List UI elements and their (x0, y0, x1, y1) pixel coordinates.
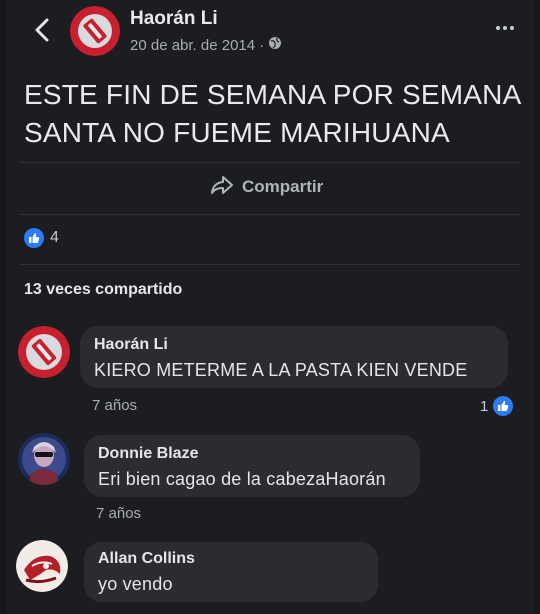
comment-time[interactable]: 7 años (92, 397, 137, 414)
comment-text: KIERO METERME A LA PASTA KIEN VENDE (94, 360, 468, 380)
globe-icon (268, 36, 282, 54)
shares-count[interactable]: 13 veces compartido (24, 281, 182, 299)
post-meta: 20 de abr. de 2014 · (130, 36, 282, 54)
comment-avatar[interactable] (18, 433, 70, 485)
divider (20, 214, 520, 215)
comment-author[interactable]: Allan Collins (98, 550, 364, 568)
comment-author[interactable]: Haorán Li (94, 336, 494, 354)
back-arrow-icon[interactable] (28, 14, 56, 46)
divider (20, 264, 520, 265)
like-summary[interactable]: 4 (24, 228, 59, 248)
post-screen: Haorán Li 20 de abr. de 2014 · ESTE FIN … (6, 0, 534, 614)
author-avatar[interactable] (70, 6, 120, 56)
comment-bubble: Donnie Blaze Eri bien cagao de la cabeza… (84, 435, 420, 497)
author-name[interactable]: Haorán Li (130, 8, 218, 30)
share-label: Compartir (242, 177, 324, 196)
post-text: ESTE FIN DE SEMANA POR SEMANA SANTA NO F… (24, 79, 520, 148)
comment-time[interactable]: 7 años (96, 505, 141, 522)
divider (20, 162, 520, 163)
comment-avatar[interactable] (18, 326, 70, 378)
like-icon (493, 396, 514, 416)
like-icon (24, 228, 44, 248)
share-button[interactable]: Compartir (210, 174, 323, 200)
share-icon (210, 175, 234, 200)
more-icon[interactable] (492, 18, 518, 38)
comment-text: Eri bien cagao de la cabezaHaorán (98, 469, 386, 489)
comment-text: yo vendo (98, 574, 173, 594)
comment-author[interactable]: Donnie Blaze (98, 445, 406, 463)
comment-bubble: Allan Collins yo vendo (84, 542, 378, 602)
comment-reactions[interactable]: 1 (480, 396, 514, 416)
comment-avatar[interactable] (16, 540, 68, 592)
comment-bubble: Haorán Li KIERO METERME A LA PASTA KIEN … (80, 326, 508, 388)
like-count: 4 (50, 229, 59, 246)
post-date[interactable]: 20 de abr. de 2014 · (130, 37, 264, 54)
reaction-count: 1 (480, 397, 489, 415)
